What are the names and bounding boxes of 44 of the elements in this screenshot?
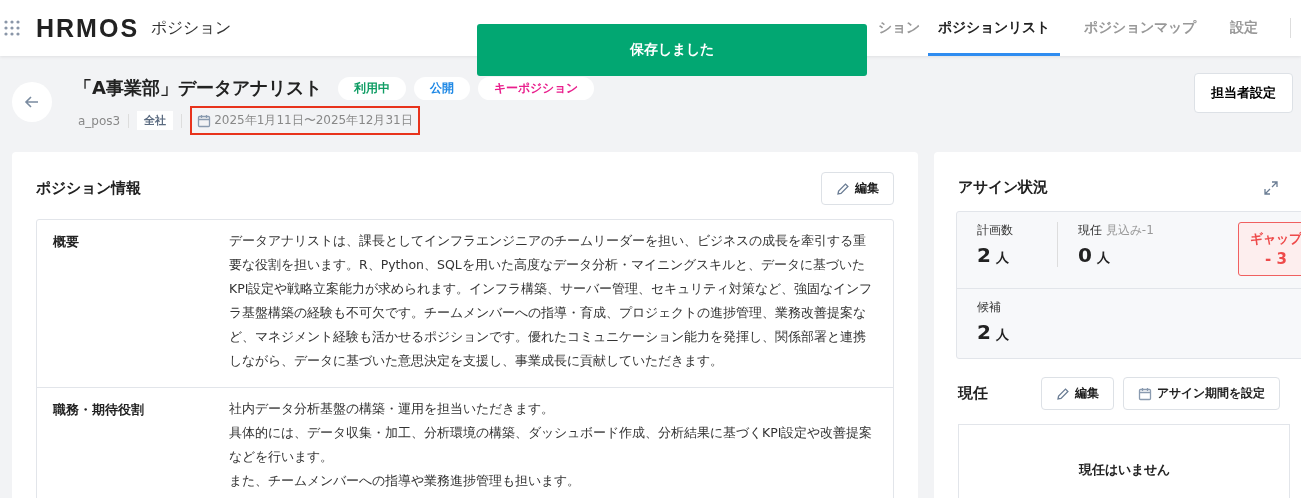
field-text: また、チームメンバーへの指導や業務進捗管理も担います。 <box>229 472 581 490</box>
nav-tab[interactable]: ポジションリスト <box>928 0 1060 56</box>
period-range: 2025年1月11日〜2025年12月31日 <box>190 106 420 135</box>
stat-label: 計画数 <box>977 222 1014 239</box>
logo: HRMOS <box>36 13 140 43</box>
owner-settings-button[interactable]: 担当者設定 <box>1194 73 1293 113</box>
scope-tag: 全社 <box>137 111 174 130</box>
calendar-icon <box>197 113 212 128</box>
stat-value: 2 <box>977 320 991 344</box>
expand-icon[interactable] <box>1264 180 1278 195</box>
status-tag: キーポジション <box>477 76 594 100</box>
stat-value: 2 <box>977 243 991 267</box>
unit-label: 人 <box>1096 249 1110 267</box>
unit-label: 人 <box>995 326 1009 344</box>
section-title: アサイン状況 <box>958 178 1048 197</box>
position-title: 「A事業部」データアナリスト <box>74 76 322 100</box>
position-code: a_pos3 <box>78 113 121 128</box>
subsection-title: 現任 <box>958 384 988 403</box>
field-label: 概要 <box>53 234 80 251</box>
edit-button[interactable]: 編集 <box>821 172 894 205</box>
empty-message: 現任はいません <box>1078 461 1170 479</box>
product-name: ポジション <box>151 17 232 39</box>
set-period-button[interactable]: アサイン期間を設定 <box>1123 377 1280 410</box>
status-tag: 利用中 <box>337 76 406 100</box>
back-arrow-icon <box>24 94 40 110</box>
section-title: ポジション情報 <box>36 179 141 198</box>
stat-value: 0 <box>1078 243 1092 267</box>
field-label: 職務・期待役割 <box>53 402 145 419</box>
field-text: データアナリストは、課長としてインフラエンジニアのチームリーダーを担い、ビジネスの成長を牽引する重要な役割を担います。R、Python、SQLを用いた高度なデータ分析・マイニングスキルと、データに基づいたKPI設定や戦略立案能力が求められます。インフラ構築、サーバー管理、セキュリティ対策など、強固なインフラ基盤構築の経験も不可欠です。チームメンバーへの指導・育成、プロジェクトの進捗管理、業務改善提案など、マネジメント経験も活かせるポジションです。優れたコミュニケーション能力を発揮し、関係部署と連携しながら、データに基づいた意思決定を支援し、事業成長に貢献していただきます。 <box>229 232 874 370</box>
edit-button[interactable]: 編集 <box>1041 377 1114 410</box>
app-grid-icon[interactable] <box>4 20 20 36</box>
toast: 保存しました <box>477 24 867 76</box>
gap-value: - 3 <box>1265 250 1287 268</box>
unit-label: 人 <box>995 249 1009 267</box>
calendar-icon <box>1138 386 1152 401</box>
stat-label: 現任 <box>1078 223 1102 237</box>
field-text: 社内データ分析基盤の構築・運用を担当いただきます。 <box>229 400 555 418</box>
pencil-icon <box>1056 386 1070 401</box>
field-text: 具体的には、データ収集・加工、分析環境の構築、ダッシュボード作成、分析結果に基づくKPI設定や改善提案などを行います。 <box>229 424 874 466</box>
pencil-icon <box>836 181 850 196</box>
back-button[interactable] <box>12 82 52 122</box>
stat-label: 候補 <box>977 299 1002 316</box>
stat-note: 見込み-1 <box>1105 223 1154 237</box>
status-tag: 公開 <box>413 76 470 100</box>
